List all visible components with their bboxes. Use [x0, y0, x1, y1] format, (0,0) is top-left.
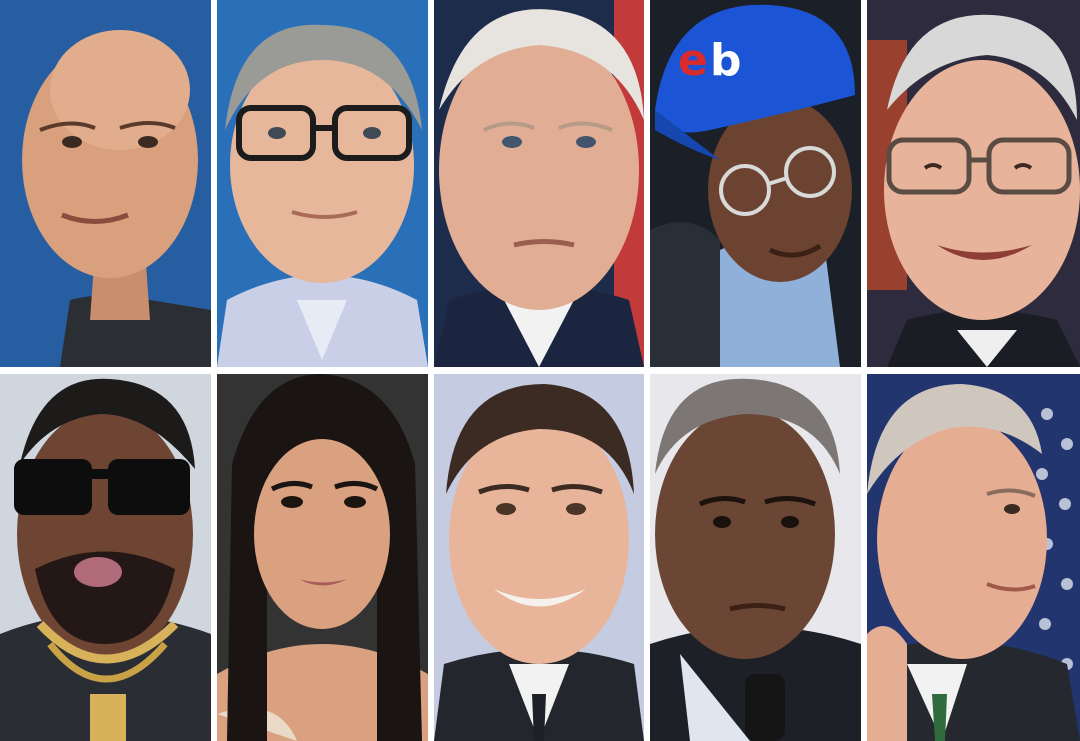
portrait-woman-long-dark-hair: [217, 374, 428, 741]
portrait-gray-hair-man-glasses: [217, 0, 428, 367]
photo-collage: e b: [0, 0, 1080, 741]
portrait-older-man-profile-flag-background: [867, 374, 1080, 741]
portrait-gray-hair-man-microphone: [650, 374, 861, 741]
portrait-smiling-man-suit: [434, 374, 644, 741]
portrait-man-dark-sunglasses-chain: [0, 374, 211, 741]
svg-text:e: e: [678, 35, 708, 86]
portrait-man-blue-cap: e b: [650, 0, 861, 367]
portrait-elderly-man-glasses-smiling: [867, 0, 1080, 367]
portrait-bald-man-blue-background: [0, 0, 211, 367]
portrait-white-hair-man-flag-background: [434, 0, 644, 367]
svg-text:b: b: [710, 35, 742, 86]
